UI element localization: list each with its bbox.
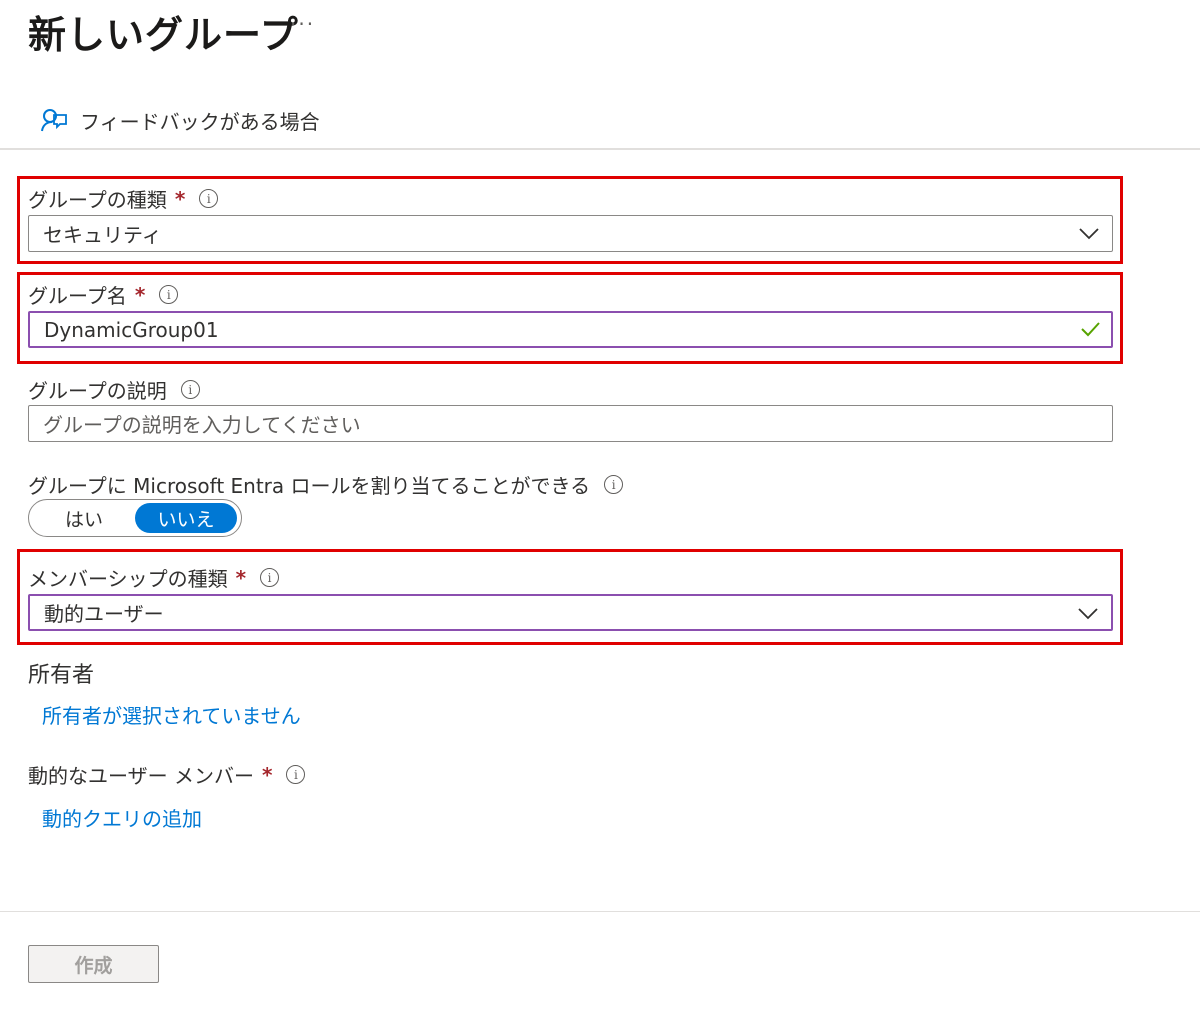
toggle-option-yes[interactable]: はい	[33, 503, 135, 533]
group-description-placeholder: グループの説明を入力してください	[43, 413, 361, 437]
required-mark: *	[261, 762, 273, 787]
dynamic-members-label: 動的なユーザー メンバー	[28, 764, 254, 788]
header-divider	[0, 148, 1200, 150]
group-description-label: グループの説明	[28, 379, 167, 403]
highlight-group-name	[17, 272, 1123, 364]
toggle-option-no[interactable]: いいえ	[135, 503, 237, 533]
dynamic-members-label-row: 動的なユーザー メンバー * i	[28, 760, 306, 789]
entra-roles-label: グループに Microsoft Entra ロールを割り当てることができる	[28, 474, 591, 498]
feedback-label: フィードバックがある場合	[80, 110, 320, 134]
create-button[interactable]: 作成	[28, 945, 159, 983]
entra-roles-toggle[interactable]: はい いいえ	[28, 499, 242, 537]
owners-label: 所有者	[28, 663, 95, 688]
feedback-icon	[41, 108, 67, 131]
add-dynamic-query-link[interactable]: 動的クエリの追加	[42, 803, 202, 832]
entra-roles-label-row: グループに Microsoft Entra ロールを割り当てることができる i	[28, 470, 624, 499]
highlight-group-type	[17, 176, 1123, 264]
group-description-input[interactable]: グループの説明を入力してください	[28, 405, 1113, 442]
page-title: 新しいグループ	[28, 13, 299, 57]
info-icon[interactable]: i	[180, 380, 200, 399]
owners-link[interactable]: 所有者が選択されていません	[42, 700, 301, 729]
info-icon[interactable]: i	[604, 475, 624, 494]
footer-divider	[0, 911, 1200, 912]
group-description-label-row: グループの説明 i	[28, 375, 200, 404]
feedback-link[interactable]: フィードバックがある場合	[40, 106, 320, 135]
info-icon[interactable]: i	[286, 765, 306, 784]
more-options-button[interactable]: ···	[290, 12, 315, 36]
highlight-membership-type	[17, 549, 1123, 645]
